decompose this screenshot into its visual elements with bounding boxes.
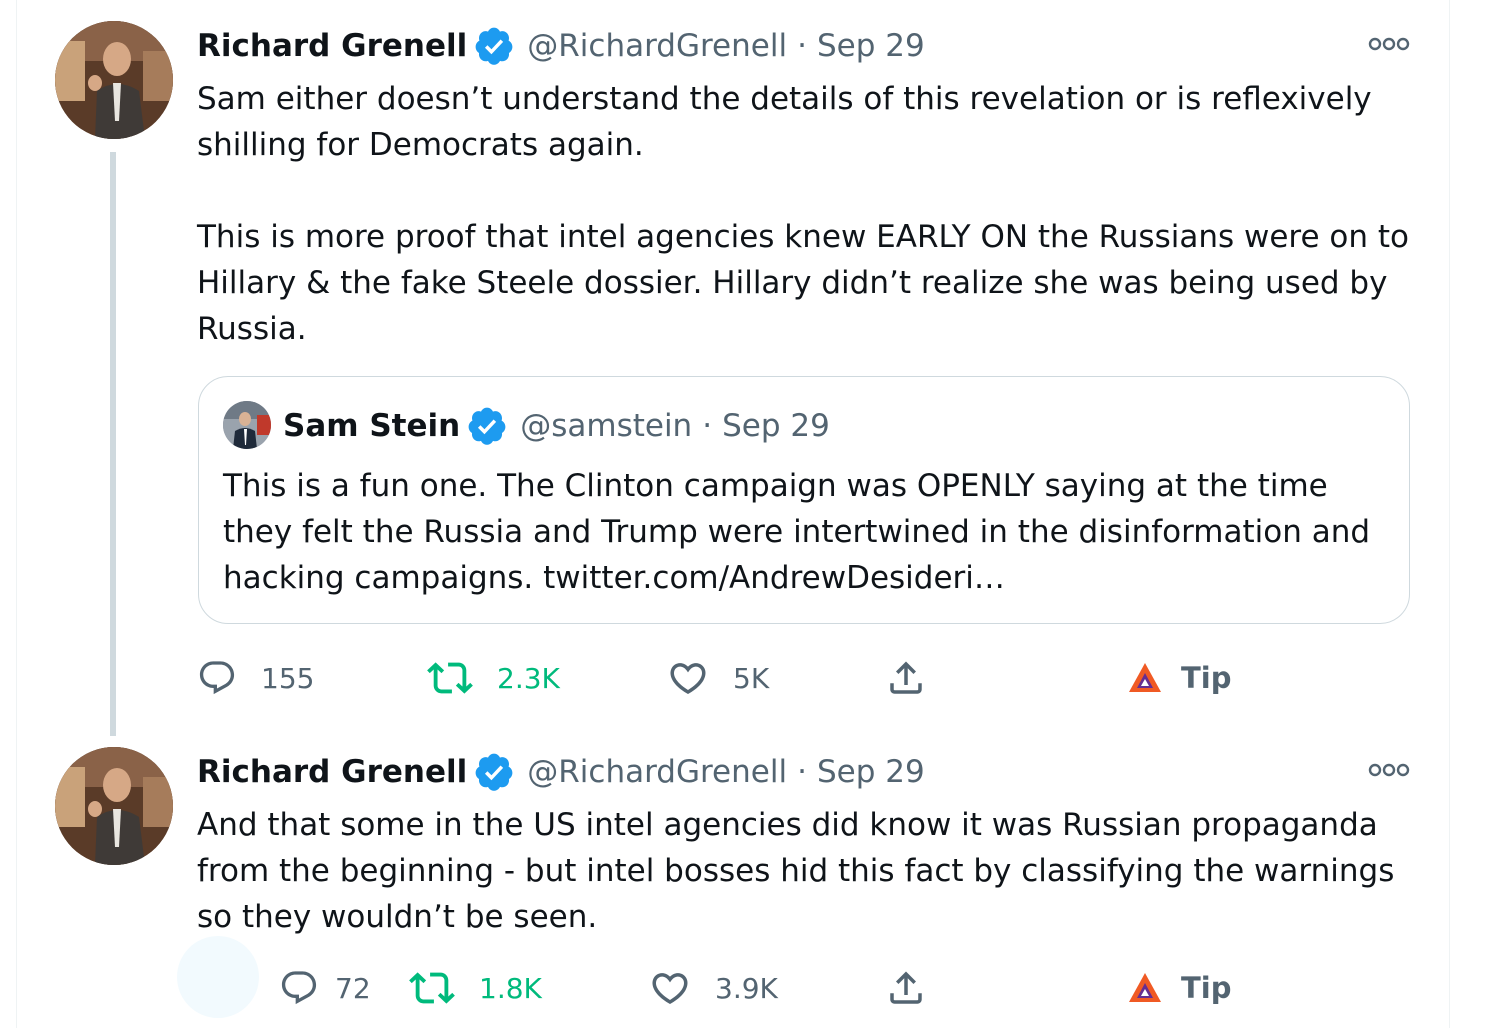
reply-icon — [281, 971, 317, 1005]
tweet[interactable]: Richard Grenell @RichardGrenell · Sep 29… — [17, 736, 1449, 1028]
quoted-author-name: Sam Stein — [283, 408, 461, 444]
tweet-date[interactable]: Sep 29 — [817, 28, 925, 64]
verified-badge-icon — [473, 25, 515, 67]
like-count: 3.9K — [715, 971, 778, 1005]
separator-dot: · — [797, 754, 807, 790]
reply-button[interactable]: 155 — [197, 648, 314, 708]
retweet-icon — [427, 662, 473, 694]
author-avatar[interactable] — [55, 747, 173, 865]
quoted-author-handle: @samstein — [520, 408, 693, 444]
more-options-icon[interactable] — [1367, 758, 1411, 782]
retweet-count: 1.8K — [479, 971, 542, 1005]
tweet-text: Sam either doesn’t understand the detail… — [197, 81, 1409, 347]
separator-dot: · — [702, 408, 713, 444]
avatar-image — [55, 747, 173, 865]
separator-dot: · — [797, 28, 807, 64]
tweet-date[interactable]: Sep 29 — [817, 754, 925, 790]
reply-icon — [199, 661, 235, 695]
like-button[interactable]: 3.9K — [649, 958, 778, 1018]
verified-badge-icon — [466, 405, 508, 447]
author-avatar[interactable] — [55, 21, 173, 139]
retweet-icon — [409, 972, 455, 1004]
author-handle[interactable]: @RichardGrenell — [527, 754, 787, 790]
reply-button[interactable]: 72 — [177, 936, 371, 1018]
retweet-button[interactable]: 2.3K — [427, 648, 560, 708]
tweet-actions-bar: 155 2.3K 5K Tip — [197, 648, 1257, 708]
like-count: 5K — [733, 661, 770, 695]
tip-label: Tip — [1181, 661, 1232, 695]
author-name[interactable]: Richard Grenell — [197, 754, 467, 790]
tip-label: Tip — [1181, 971, 1232, 1005]
quoted-author-avatar — [223, 401, 271, 449]
reply-hover-highlight — [177, 936, 259, 1018]
reply-count: 155 — [261, 661, 315, 695]
avatar-image — [223, 401, 271, 449]
share-button[interactable] — [885, 648, 927, 708]
quoted-tweet-header: Sam Stein @samstein · Sep 29 — [283, 403, 830, 449]
share-button[interactable] — [885, 958, 927, 1018]
tweet-actions-bar: 72 1.8K 3.9K Tip — [177, 936, 1257, 1018]
timeline-column: Richard Grenell @RichardGrenell · Sep 29… — [16, 0, 1450, 1028]
share-icon — [890, 971, 922, 1004]
author-handle[interactable]: @RichardGrenell — [527, 28, 787, 64]
author-name[interactable]: Richard Grenell — [197, 28, 467, 64]
retweet-count: 2.3K — [497, 661, 560, 695]
quoted-tweet-card[interactable]: Sam Stein @samstein · Sep 29 This is a f… — [198, 376, 1410, 624]
more-options-icon[interactable] — [1367, 32, 1411, 56]
tweet-text: And that some in the US intel agencies d… — [197, 807, 1405, 935]
heart-icon — [652, 973, 688, 1005]
tweet-header: Richard Grenell @RichardGrenell · Sep 29 — [197, 20, 925, 72]
retweet-button[interactable]: 1.8K — [409, 958, 542, 1018]
brave-tip-triangle-icon — [1129, 973, 1161, 1002]
verified-badge-icon — [473, 751, 515, 793]
avatar-image — [55, 21, 173, 139]
tip-button[interactable]: Tip — [1127, 648, 1231, 708]
tip-button[interactable]: Tip — [1127, 958, 1231, 1018]
quoted-tweet-date: Sep 29 — [722, 408, 830, 444]
brave-tip-triangle-icon — [1129, 663, 1161, 692]
reply-count: 72 — [335, 971, 371, 1005]
tweet[interactable]: Richard Grenell @RichardGrenell · Sep 29… — [17, 0, 1449, 736]
tweet-header: Richard Grenell @RichardGrenell · Sep 29 — [197, 746, 925, 798]
heart-icon — [670, 663, 706, 695]
thread-connector-line — [110, 152, 116, 736]
share-icon — [890, 661, 922, 694]
quoted-tweet-text: This is a fun one. The Clinton campaign … — [223, 468, 1371, 596]
like-button[interactable]: 5K — [667, 648, 769, 708]
